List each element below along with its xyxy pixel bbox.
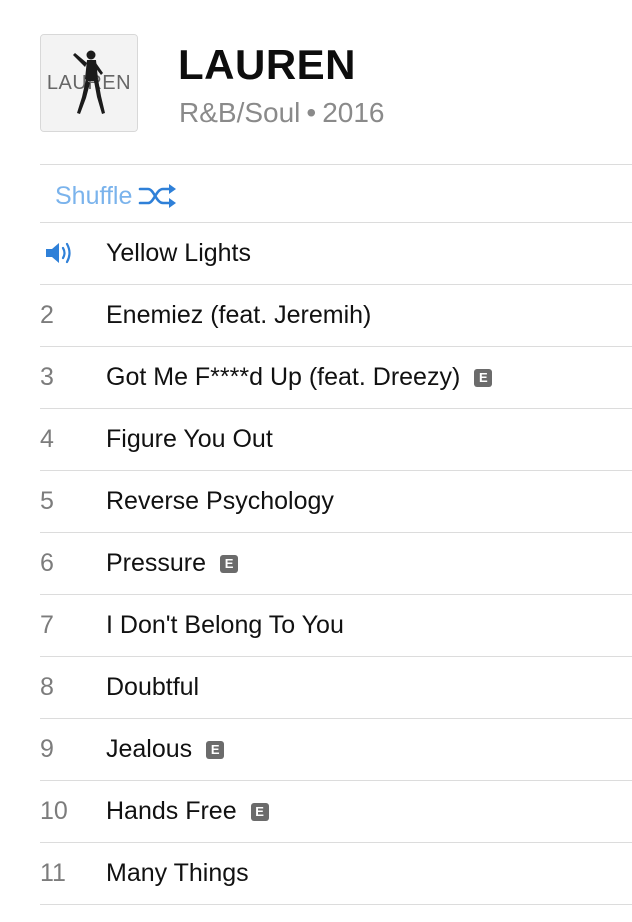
track-number: 6 — [40, 549, 54, 577]
explicit-badge: E — [474, 368, 493, 387]
track-title: Reverse Psychology — [106, 487, 334, 515]
album-artwork[interactable]: LAUREN — [40, 34, 138, 132]
track-title: Hands Free — [106, 797, 237, 825]
explicit-badge: E — [250, 802, 269, 821]
track-row-5[interactable]: 5 Reverse Psychology — [40, 471, 632, 533]
album-artwork-image: LAUREN — [41, 35, 137, 131]
track-row-7[interactable]: 7 I Don't Belong To You — [40, 595, 632, 657]
track-number: 4 — [40, 425, 54, 453]
track-title: Got Me F****d Up (feat. Dreezy) — [106, 363, 461, 391]
track-row-10[interactable]: 10 Hands Free E — [40, 781, 632, 843]
track-row-3[interactable]: 3 Got Me F****d Up (feat. Dreezy) E — [40, 347, 632, 409]
divider-top — [40, 164, 632, 165]
track-title: Figure You Out — [106, 425, 273, 453]
explicit-badge: E — [220, 554, 239, 573]
shuffle-icon — [138, 182, 178, 210]
track-title: Pressure — [106, 549, 207, 577]
track-row-11[interactable]: 11 Many Things — [40, 843, 632, 905]
track-number: 2 — [40, 301, 54, 329]
shuffle-label: Shuffle — [55, 181, 133, 210]
track-row-4[interactable]: 4 Figure You Out — [40, 409, 632, 471]
track-list: 1 Yellow Lights 2 Enemiez (feat. Jeremih… — [40, 223, 632, 905]
track-number: 9 — [40, 735, 54, 763]
track-number: 11 — [40, 859, 66, 887]
track-title: Enemiez (feat. Jeremih) — [106, 301, 372, 329]
album-header: LAUREN LAUREN R&B/Soul•2016 — [0, 0, 632, 164]
track-row-6[interactable]: 6 Pressure E — [40, 533, 632, 595]
track-row-9[interactable]: 9 Jealous E — [40, 719, 632, 781]
explicit-badge: E — [206, 740, 225, 759]
track-number: 10 — [40, 797, 68, 825]
track-row-2[interactable]: 2 Enemiez (feat. Jeremih) — [40, 285, 632, 347]
shuffle-button[interactable]: Shuffle — [55, 176, 178, 216]
track-title: I Don't Belong To You — [106, 611, 344, 639]
album-meta: R&B/Soul • 2016 — [179, 96, 385, 130]
album-title: LAUREN — [178, 41, 356, 88]
track-title: Yellow Lights — [106, 239, 252, 267]
track-title: Jealous — [106, 735, 193, 763]
track-title: Many Things — [106, 859, 249, 887]
now-playing-speaker-icon — [44, 240, 76, 266]
album-genre: R&B/Soul — [179, 97, 301, 128]
track-row-1[interactable]: 1 Yellow Lights — [40, 223, 632, 285]
track-number: 8 — [40, 673, 54, 701]
track-number: 5 — [40, 487, 54, 515]
track-title: Doubtful — [106, 673, 200, 701]
album-year: 2016 — [322, 97, 385, 128]
track-number: 3 — [40, 363, 54, 391]
meta-separator: • — [306, 97, 317, 128]
track-number: 7 — [40, 611, 54, 639]
track-row-8[interactable]: 8 Doubtful — [40, 657, 632, 719]
